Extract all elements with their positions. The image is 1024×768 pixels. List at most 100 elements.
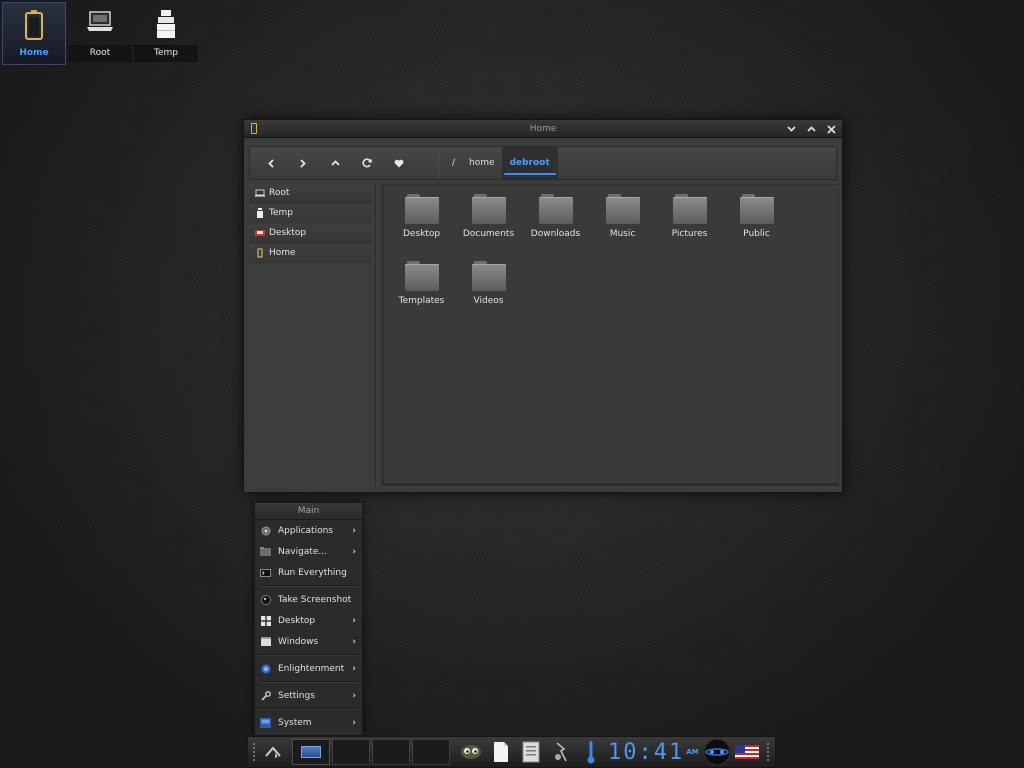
home-icon xyxy=(254,248,265,259)
virtual-desktop-pager xyxy=(292,739,450,765)
shelf-launcher-eyes[interactable] xyxy=(456,738,486,766)
camera-icon xyxy=(260,594,271,605)
eyes-icon xyxy=(461,745,481,759)
menu-item-label: Settings xyxy=(278,690,315,701)
start-button[interactable] xyxy=(260,739,286,765)
folder-icon xyxy=(538,193,573,225)
menu-item-label: Navigate... xyxy=(278,546,327,557)
up-button[interactable] xyxy=(319,148,351,178)
desktop-icon-temp[interactable]: Temp xyxy=(134,2,198,62)
notepad-icon xyxy=(522,741,540,763)
shelf-keyboard-layout[interactable] xyxy=(732,738,762,766)
main-menu: Main Applications › Navigate... › Run Ev… xyxy=(254,502,363,736)
folder-icon xyxy=(471,193,506,225)
close-button[interactable] xyxy=(824,122,838,136)
chevron-left-icon xyxy=(268,158,274,168)
shelf-launcher-notes[interactable] xyxy=(516,738,546,766)
desktop-icon-root[interactable]: Root xyxy=(68,2,132,62)
desktop-icon-home[interactable]: Home xyxy=(2,2,66,65)
menu-item-windows[interactable]: Windows › xyxy=(255,631,362,652)
window-titlebar[interactable]: Home xyxy=(244,120,842,138)
virtual-desktop-2[interactable] xyxy=(332,739,370,765)
folder-label: Templates xyxy=(398,296,445,306)
back-button[interactable] xyxy=(255,148,287,178)
minimize-button[interactable] xyxy=(784,122,798,136)
maximize-button[interactable] xyxy=(804,122,818,136)
virtual-desktop-4[interactable] xyxy=(412,739,450,765)
menu-item-desktop[interactable]: Desktop › xyxy=(255,610,362,631)
places-sidebar: Root Temp Desktop Home xyxy=(249,184,376,486)
folder-icon xyxy=(739,193,774,225)
shelf-launcher-document[interactable] xyxy=(486,738,516,766)
menu-item-settings[interactable]: Settings › xyxy=(255,685,362,706)
folder-label: Videos xyxy=(473,296,504,306)
window-title: Home xyxy=(529,123,557,134)
folder-videos[interactable]: Videos xyxy=(455,256,522,323)
folder-public[interactable]: Public xyxy=(723,189,790,256)
file-manager-window: Home / home debroot Root Temp Desktop Ho… xyxy=(243,119,843,493)
thermometer-icon xyxy=(587,741,595,764)
folder-downloads[interactable]: Downloads xyxy=(522,189,589,256)
chevron-right-icon: › xyxy=(352,525,356,536)
shelf-grip[interactable] xyxy=(252,742,256,762)
folder-label: Public xyxy=(743,229,770,239)
shelf-temperature[interactable] xyxy=(576,738,606,766)
folder-label: Music xyxy=(609,229,636,239)
menu-item-run-everything[interactable]: Run Everything xyxy=(255,562,362,583)
system-icon xyxy=(260,717,271,728)
folder-templates[interactable]: Templates xyxy=(388,256,455,323)
desktop-icon-label: Root xyxy=(68,45,132,62)
folder-documents[interactable]: Documents xyxy=(455,189,522,256)
chevron-up-icon xyxy=(806,126,816,132)
menu-title: Main xyxy=(255,503,362,520)
document-icon xyxy=(494,742,508,762)
menu-item-label: Applications xyxy=(278,525,333,536)
folder-desktop[interactable]: Desktop xyxy=(388,189,455,256)
clock-time[interactable]: 10:41 xyxy=(606,740,686,765)
shelf-network[interactable] xyxy=(702,738,732,766)
menu-item-navigate[interactable]: Navigate... › xyxy=(255,541,362,562)
volume-mixer-icon xyxy=(555,742,567,762)
virtual-desktop-1[interactable] xyxy=(292,739,330,765)
sidebar-item-label: Desktop xyxy=(269,228,307,238)
toolbar-separator xyxy=(438,147,439,179)
menu-item-take-screenshot[interactable]: Take Screenshot xyxy=(255,589,362,610)
menu-item-system[interactable]: System › xyxy=(255,712,362,733)
terminal-icon xyxy=(260,567,271,578)
network-icon xyxy=(703,738,731,766)
menu-item-label: System xyxy=(278,717,312,728)
clock-ampm: AM xyxy=(686,748,699,756)
shelf-mixer[interactable] xyxy=(546,738,576,766)
sidebar-item-temp[interactable]: Temp xyxy=(249,204,372,223)
window-icon xyxy=(260,636,271,647)
sidebar-item-home[interactable]: Home xyxy=(249,244,372,263)
folder-music[interactable]: Music xyxy=(589,189,656,256)
folder-pictures[interactable]: Pictures xyxy=(656,189,723,256)
grid-icon xyxy=(260,615,271,626)
nav-buttons xyxy=(255,148,430,178)
trash-bin-icon xyxy=(154,8,178,43)
wrench-icon xyxy=(260,690,271,701)
folder-icon xyxy=(605,193,640,225)
forward-button[interactable] xyxy=(287,148,319,178)
sidebar-item-root[interactable]: Root xyxy=(249,184,372,203)
drive-icon xyxy=(254,188,265,199)
menu-item-applications[interactable]: Applications › xyxy=(255,520,362,541)
refresh-button[interactable] xyxy=(351,148,383,178)
menu-item-enlightenment[interactable]: Enlightenment › xyxy=(255,658,362,679)
window-thumbnail xyxy=(301,746,321,758)
chevron-right-icon: › xyxy=(352,546,356,557)
breadcrumb-root[interactable]: / xyxy=(445,147,462,179)
chevron-right-icon: › xyxy=(352,663,356,674)
sidebar-item-label: Root xyxy=(269,188,290,198)
virtual-desktop-3[interactable] xyxy=(372,739,410,765)
breadcrumb-debroot[interactable]: debroot xyxy=(501,147,558,179)
chevron-right-icon xyxy=(300,158,306,168)
refresh-icon xyxy=(362,158,372,168)
chevron-right-icon: › xyxy=(352,690,356,701)
sidebar-item-desktop[interactable]: Desktop xyxy=(249,224,372,243)
desktop-icons: Home Root Temp xyxy=(2,2,198,65)
favorites-button[interactable] xyxy=(383,148,415,178)
shelf-grip[interactable] xyxy=(765,742,770,762)
breadcrumb-home[interactable]: home xyxy=(462,147,502,179)
